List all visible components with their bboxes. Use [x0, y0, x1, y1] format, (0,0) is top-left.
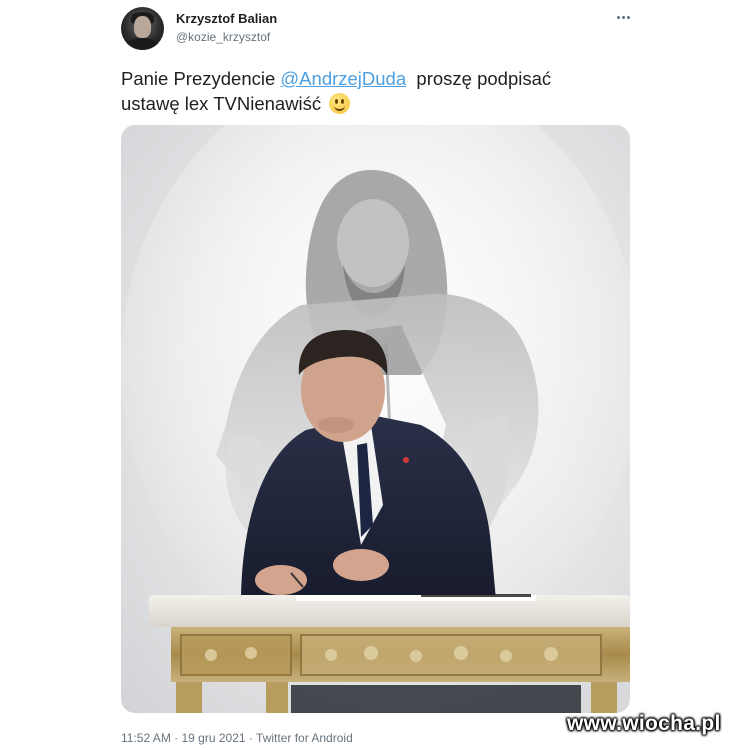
meta-separator: ·	[174, 731, 179, 745]
tweet-image[interactable]	[121, 125, 630, 713]
avatar-face	[134, 16, 151, 38]
author-avatar[interactable]	[121, 7, 164, 50]
site-watermark: www.wiocha.pl	[567, 712, 721, 735]
photo-illustration	[121, 125, 630, 713]
tweet-time: 11:52 AM	[121, 731, 171, 745]
avatar-shoulders	[125, 38, 160, 50]
tweet-text-part: proszę podpisać	[406, 68, 552, 89]
meta-separator: ·	[248, 731, 253, 745]
tweet-text: Panie Prezydencie @AndrzejDuda proszę po…	[121, 66, 621, 116]
tweet-timestamp[interactable]: 11:52 AM · 19 gru 2021 · Twitter for And…	[121, 731, 353, 745]
author-handle[interactable]: @kozie_krzysztof	[176, 30, 270, 44]
tweet-source: Twitter for Android	[256, 731, 353, 745]
tweet-text-part: ustawę lex TVNienawiść	[121, 93, 322, 114]
more-horizontal-icon[interactable]	[611, 6, 635, 28]
author-display-name[interactable]: Krzysztof Balian	[176, 11, 277, 26]
mention-link[interactable]: @AndrzejDuda	[280, 68, 406, 89]
tweet-text-part: Panie Prezydencie	[121, 68, 281, 89]
tweet-date: 19 gru 2021	[181, 731, 246, 745]
slightly-smiling-face-emoji	[329, 93, 351, 114]
